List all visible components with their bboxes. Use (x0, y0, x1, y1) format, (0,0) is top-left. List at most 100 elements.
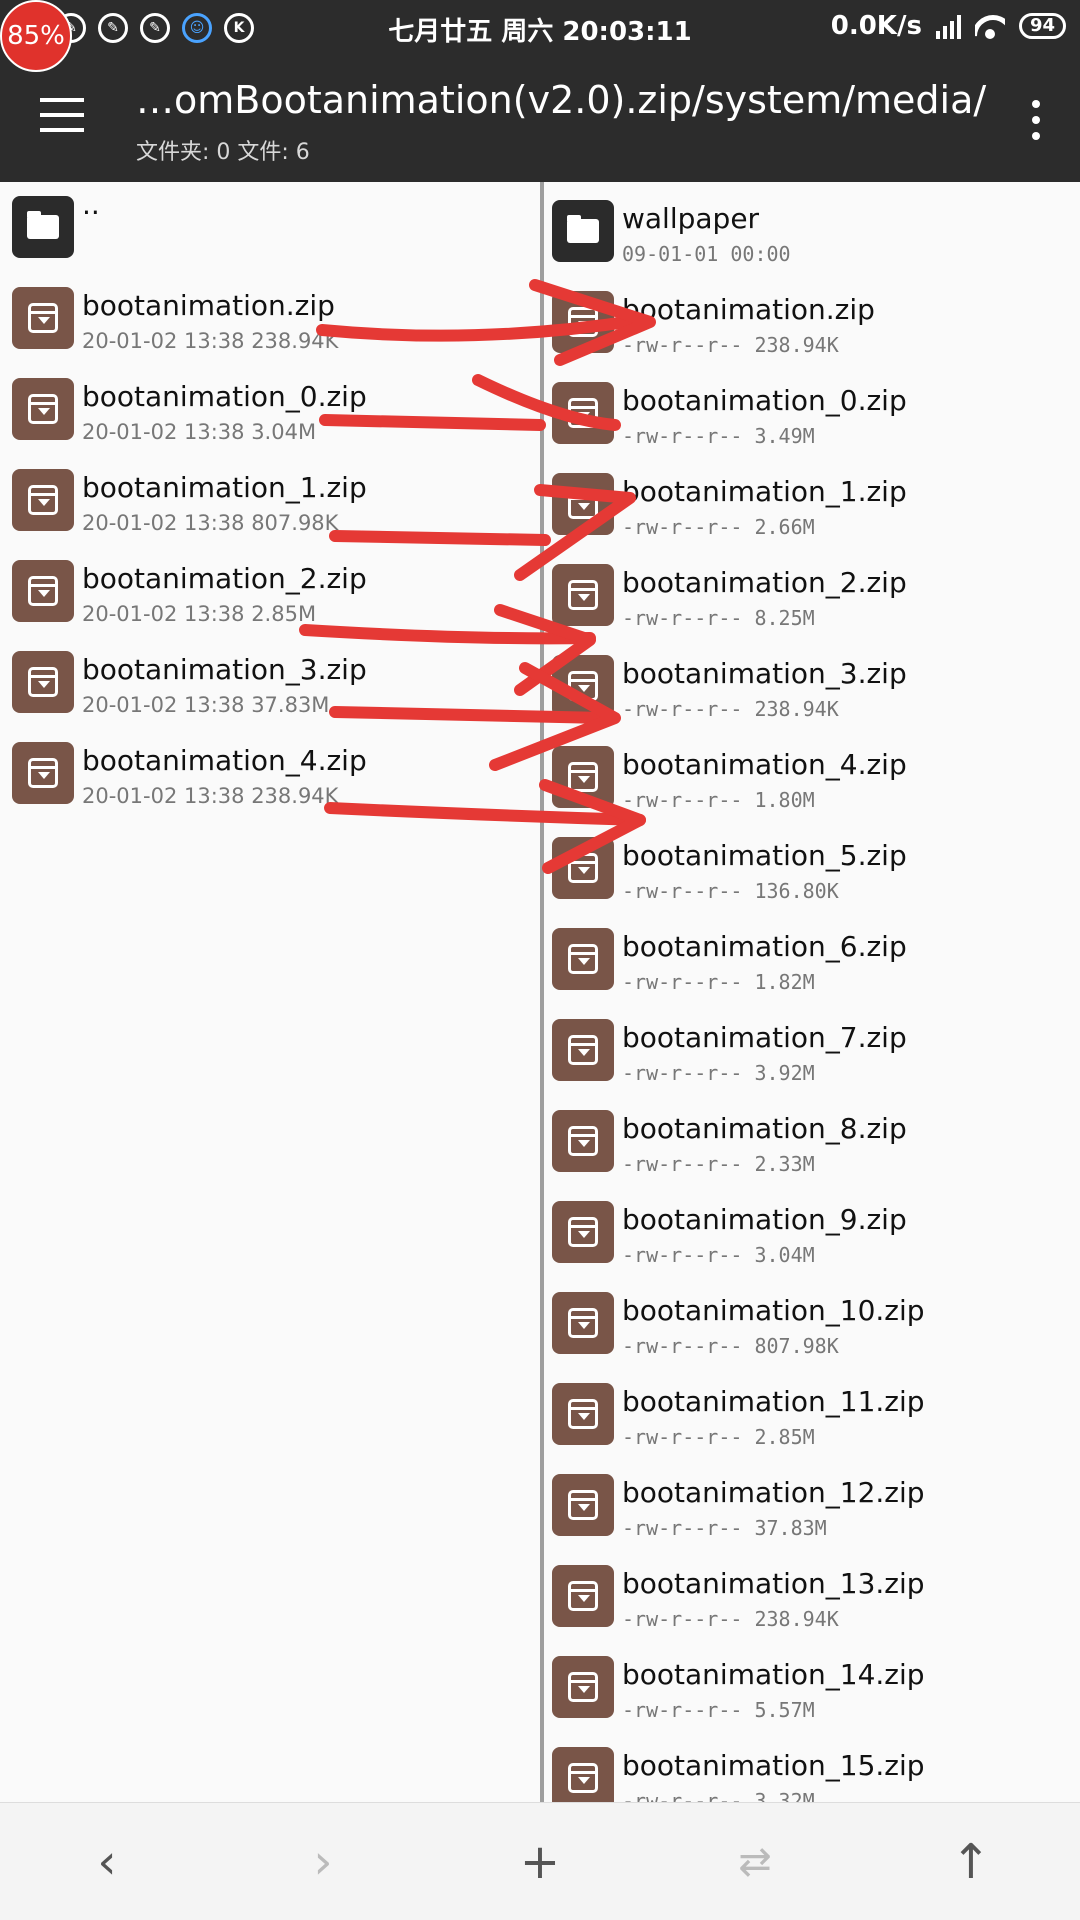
file-name: bootanimation.zip (622, 293, 875, 326)
file-row[interactable]: bootanimation_0.zip -rw-r--r-- 3.49M (544, 368, 1080, 459)
file-meta: -rw-r--r-- 807.98K (622, 1334, 839, 1358)
left-pane: .. bootanimation.zip 20-01-02 13:38 238.9… (0, 182, 540, 1802)
folder-row[interactable]: wallpaper 09-01-01 00:00 (544, 186, 1080, 277)
file-name: bootanimation_8.zip (622, 1112, 907, 1145)
overflow-menu-icon[interactable] (1032, 100, 1040, 140)
file-row[interactable]: bootanimation_6.zip -rw-r--r-- 1.82M (544, 914, 1080, 1005)
file-row[interactable]: bootanimation_12.zip -rw-r--r-- 37.83M (544, 1460, 1080, 1551)
file-meta: -rw-r--r-- 3.49M (622, 424, 815, 448)
file-name: bootanimation_4.zip (82, 744, 367, 777)
archive-icon (12, 560, 74, 622)
path-title: …omBootanimation(v2.0).zip/system/media/ (136, 78, 987, 122)
file-row[interactable]: bootanimation_10.zip -rw-r--r-- 807.98K (544, 1278, 1080, 1369)
file-meta: 20-01-02 13:38 37.83M (82, 693, 330, 717)
file-row[interactable]: bootanimation_2.zip -rw-r--r-- 8.25M (544, 550, 1080, 641)
wifi-icon (975, 13, 1005, 39)
file-row[interactable]: bootanimation_8.zip -rw-r--r-- 2.33M (544, 1096, 1080, 1187)
menu-icon[interactable] (40, 98, 84, 132)
file-name: bootanimation_1.zip (622, 475, 907, 508)
parent-folder-row[interactable]: .. (0, 182, 540, 273)
archive-icon (552, 1110, 614, 1172)
swap-icon[interactable]: ⇄ (720, 1827, 790, 1897)
file-row[interactable]: bootanimation_4.zip 20-01-02 13:38 238.94… (0, 728, 540, 819)
archive-icon (552, 1565, 614, 1627)
archive-icon (552, 928, 614, 990)
path-subtitle: 文件夹: 0 文件: 6 (136, 140, 310, 165)
file-name: bootanimation_12.zip (622, 1476, 925, 1509)
app-toolbar: …omBootanimation(v2.0).zip/system/media/… (0, 56, 1080, 182)
file-name: bootanimation_3.zip (82, 653, 367, 686)
up-icon[interactable]: ↑ (936, 1827, 1006, 1897)
back-icon[interactable]: ‹ (72, 1827, 142, 1897)
archive-icon (552, 746, 614, 808)
file-name: bootanimation_6.zip (622, 930, 907, 963)
forward-icon[interactable]: › (288, 1827, 358, 1897)
file-name: bootanimation_15.zip (622, 1749, 925, 1782)
right-pane: wallpaper 09-01-01 00:00 bootanimation.z… (544, 182, 1080, 1802)
file-name: bootanimation_0.zip (82, 380, 367, 413)
right-file-list: bootanimation.zip -rw-r--r-- 238.94K boota… (544, 277, 1080, 1802)
archive-icon (552, 837, 614, 899)
file-meta: 20-01-02 13:38 238.94K (82, 329, 339, 353)
file-row[interactable]: bootanimation_13.zip -rw-r--r-- 238.94K (544, 1551, 1080, 1642)
file-name: bootanimation_2.zip (622, 566, 907, 599)
file-meta: -rw-r--r-- 1.80M (622, 788, 815, 812)
archive-icon (552, 1656, 614, 1718)
file-meta: -rw-r--r-- 3.92M (622, 1061, 815, 1085)
file-meta: -rw-r--r-- 5.57M (622, 1698, 815, 1722)
archive-icon (552, 473, 614, 535)
file-row[interactable]: bootanimation_14.zip -rw-r--r-- 5.57M (544, 1642, 1080, 1733)
file-name: bootanimation_2.zip (82, 562, 367, 595)
file-row[interactable]: bootanimation.zip 20-01-02 13:38 238.94K (0, 273, 540, 364)
file-meta: 20-01-02 13:38 3.04M (82, 420, 317, 444)
file-row[interactable]: bootanimation_1.zip -rw-r--r-- 2.66M (544, 459, 1080, 550)
progress-badge: 85% (0, 0, 72, 72)
folder-icon (12, 196, 74, 258)
file-row[interactable]: bootanimation_0.zip 20-01-02 13:38 3.04M (0, 364, 540, 455)
file-name: bootanimation_13.zip (622, 1567, 925, 1600)
file-row[interactable]: bootanimation_3.zip 20-01-02 13:38 37.83M (0, 637, 540, 728)
file-meta: -rw-r--r-- 238.94K (622, 1607, 839, 1631)
archive-icon (12, 469, 74, 531)
file-row[interactable]: bootanimation.zip -rw-r--r-- 238.94K (544, 277, 1080, 368)
file-name: bootanimation_3.zip (622, 657, 907, 690)
file-row[interactable]: bootanimation_11.zip -rw-r--r-- 2.85M (544, 1369, 1080, 1460)
archive-icon (552, 1292, 614, 1354)
archive-icon (552, 1747, 614, 1802)
net-speed: 0.0K/s (830, 11, 922, 41)
signal-icon (935, 13, 961, 39)
file-meta: -rw-r--r-- 136.80K (622, 879, 839, 903)
folder-meta: 09-01-01 00:00 (622, 242, 791, 266)
file-row[interactable]: bootanimation_1.zip 20-01-02 13:38 807.98… (0, 455, 540, 546)
file-row[interactable]: bootanimation_9.zip -rw-r--r-- 3.04M (544, 1187, 1080, 1278)
archive-icon (12, 651, 74, 713)
file-row[interactable]: bootanimation_7.zip -rw-r--r-- 3.92M (544, 1005, 1080, 1096)
archive-icon (552, 655, 614, 717)
file-meta: -rw-r--r-- 2.66M (622, 515, 815, 539)
archive-icon (552, 1383, 614, 1445)
file-meta: -rw-r--r-- 1.82M (622, 970, 815, 994)
parent-folder-label: .. (82, 188, 100, 221)
file-meta: 20-01-02 13:38 238.94K (82, 784, 339, 808)
file-meta: -rw-r--r-- 2.85M (622, 1425, 815, 1449)
file-row[interactable]: bootanimation_2.zip 20-01-02 13:38 2.85M (0, 546, 540, 637)
file-meta: 20-01-02 13:38 2.85M (82, 602, 317, 626)
file-meta: -rw-r--r-- 8.25M (622, 606, 815, 630)
file-name: bootanimation_9.zip (622, 1203, 907, 1236)
file-name: bootanimation_14.zip (622, 1658, 925, 1691)
folder-name: wallpaper (622, 202, 760, 235)
status-bar: ⚡ ✎ ✎ ✎ ☺ K 七月廿五 周六 20:03:11 0.0K/s 94 (0, 0, 1080, 56)
archive-icon (552, 1019, 614, 1081)
file-row[interactable]: bootanimation_15.zip -rw-r--r-- 3.32M (544, 1733, 1080, 1802)
file-meta: -rw-r--r-- 3.04M (622, 1243, 815, 1267)
folder-icon (552, 200, 614, 262)
battery-icon: 94 (1018, 13, 1066, 39)
file-row[interactable]: bootanimation_3.zip -rw-r--r-- 238.94K (544, 641, 1080, 732)
add-icon[interactable]: + (505, 1827, 575, 1897)
file-row[interactable]: bootanimation_5.zip -rw-r--r-- 136.80K (544, 823, 1080, 914)
status-right: 0.0K/s 94 (831, 11, 1066, 41)
file-meta: -rw-r--r-- 238.94K (622, 697, 839, 721)
file-name: bootanimation_4.zip (622, 748, 907, 781)
archive-icon (552, 291, 614, 353)
file-row[interactable]: bootanimation_4.zip -rw-r--r-- 1.80M (544, 732, 1080, 823)
